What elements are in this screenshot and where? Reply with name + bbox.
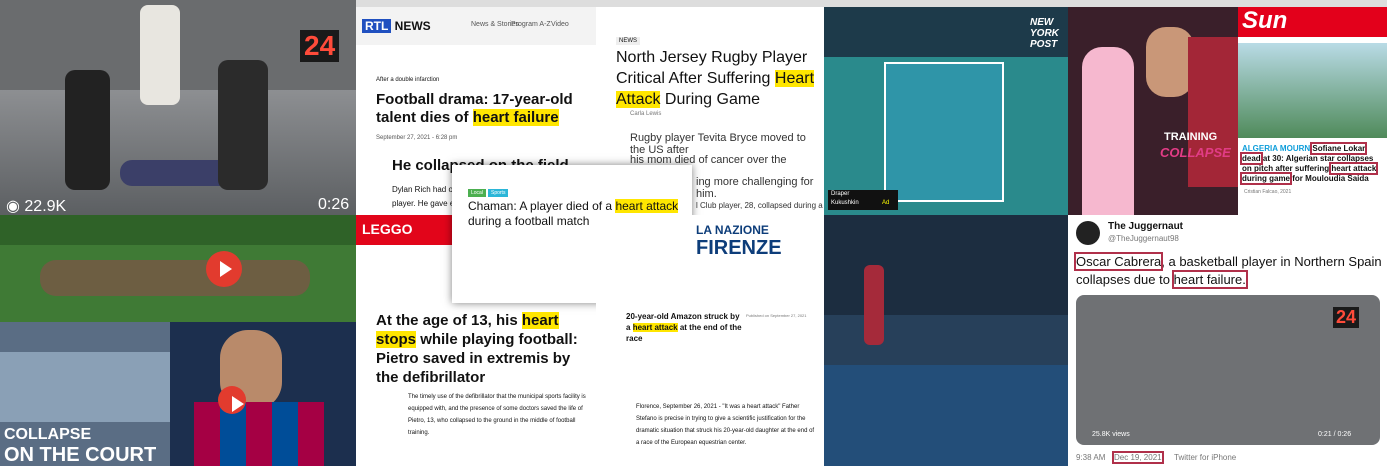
rtl-kicker: After a double infarction bbox=[376, 77, 440, 83]
sun-headline: ALGERIA MOURN Sofiane Lokar dead at 30: … bbox=[1239, 142, 1379, 185]
nazione-headline: 20-year-old Amazon struck by a heart att… bbox=[626, 312, 742, 343]
video-training-collapse[interactable]: TRAINING COLLAPSE bbox=[1068, 7, 1238, 215]
tweet-text: Oscar Cabrera, a basketball player in No… bbox=[1073, 252, 1382, 289]
rugby-body-4: l Club player, 28, collapsed during a bbox=[696, 201, 823, 210]
rtl-nav-program[interactable]: Program A-Z bbox=[511, 21, 551, 28]
sun-logo: Sun bbox=[1242, 7, 1288, 34]
tweet-avatar bbox=[1076, 221, 1100, 245]
player-on-ground bbox=[40, 260, 310, 296]
arena-player bbox=[864, 265, 884, 345]
nazione-body: Florence, September 26, 2021 - "It was a… bbox=[636, 404, 815, 446]
video-pitch-collapse[interactable] bbox=[0, 215, 356, 322]
tweet-footer-app: Twitter for iPhone bbox=[1174, 453, 1237, 462]
tweet-footer-time: 9:38 AM bbox=[1076, 453, 1106, 462]
view-count: ◉ 22.9K bbox=[6, 198, 67, 215]
collapse-label: COLLAPSE bbox=[1160, 145, 1231, 160]
tweet-views: 25.8K views bbox=[1092, 431, 1130, 438]
rugby-author: Carla Lewis bbox=[630, 111, 662, 117]
rtl-headline: Football drama: 17-year-old talent dies … bbox=[376, 91, 573, 126]
tweet-shot-clock: 24 bbox=[1333, 307, 1360, 328]
tennis-court bbox=[884, 62, 1004, 202]
nazione-logo: LA NAZIONE FIRENZE bbox=[696, 223, 782, 259]
video-tennis[interactable]: NEW YORK POST Draper Kukushkin Ad bbox=[824, 7, 1068, 215]
rtl-nav-video[interactable]: Video bbox=[551, 21, 569, 28]
team-bg bbox=[1188, 37, 1238, 187]
play-button[interactable] bbox=[206, 251, 242, 287]
leggo-body: The timely use of the defibrillator that… bbox=[408, 394, 586, 436]
helper-left bbox=[65, 70, 110, 190]
video-collapse-court[interactable]: COLLAPSE ON THE COURT bbox=[0, 322, 170, 466]
video-barca-player[interactable] bbox=[170, 322, 356, 466]
article-sun[interactable]: Sun ALGERIA MOURN Sofiane Lokar dead at … bbox=[1238, 7, 1387, 215]
rugby-tag: NEWS bbox=[616, 37, 640, 45]
rugby-body-1: Rugby player Tevita Bryce moved to the U… bbox=[630, 132, 806, 156]
nazione-published: Published on September 27, 2021 bbox=[746, 313, 807, 318]
training-label: TRAINING bbox=[1164, 131, 1218, 143]
rugby-body-3: ing more challenging for him. bbox=[696, 176, 814, 200]
collapse-title: COLLAPSE bbox=[4, 426, 92, 443]
nypost-logo: NEW YORK POST bbox=[1030, 17, 1059, 50]
score-ad: Ad bbox=[882, 200, 890, 206]
arena-floor bbox=[824, 365, 1068, 466]
play-button-2[interactable] bbox=[218, 386, 246, 414]
leggo-logo: LEGGO bbox=[362, 221, 413, 237]
presenter bbox=[1082, 47, 1134, 215]
tweet-handle: @TheJuggernaut98 bbox=[1108, 234, 1179, 243]
sun-byline: Cristian Falcao, 2021 bbox=[1244, 189, 1292, 195]
arena-crowd bbox=[824, 215, 1068, 315]
tweet-time: 0:21 / 0:26 bbox=[1318, 431, 1352, 438]
chaman-tag-2: Sports bbox=[488, 189, 509, 197]
player-portrait bbox=[1146, 27, 1194, 97]
barca-kit bbox=[194, 402, 324, 466]
video-arena-basketball[interactable] bbox=[824, 215, 1068, 466]
court-scene bbox=[0, 352, 170, 422]
shot-clock: 24 bbox=[300, 30, 340, 62]
tweet-footer-date: Dec 19, 2021 bbox=[1112, 451, 1164, 464]
rugby-headline: North Jersey Rugby Player Critical After… bbox=[616, 49, 815, 108]
video-duration: 0:26 bbox=[318, 196, 350, 213]
score-player-1: Draper bbox=[831, 191, 850, 197]
article-la-nazione[interactable]: LA NAZIONE FIRENZE Published on September… bbox=[596, 215, 824, 466]
chaman-tag-1: Local bbox=[468, 189, 486, 197]
pitch-stripe bbox=[0, 215, 356, 245]
tweet-account: The Juggernaut bbox=[1108, 221, 1184, 232]
leggo-headline: At the age of 13, his heart stops while … bbox=[376, 312, 578, 386]
tweet-juggernaut[interactable]: The Juggernaut @TheJuggernaut98 Oscar Ca… bbox=[1068, 215, 1387, 466]
video-basketball-collapse[interactable]: 24 ◉ 22.9K 0:26 bbox=[0, 0, 356, 215]
helper-right bbox=[218, 60, 268, 190]
rtl-date: September 27, 2021 - 6:28 pm bbox=[376, 135, 458, 141]
score-player-2: Kukushkin bbox=[831, 200, 859, 206]
court-title: ON THE COURT bbox=[4, 444, 157, 466]
rtl-logo: RTL NEWS bbox=[362, 19, 431, 33]
sun-photo bbox=[1238, 43, 1387, 138]
player-figure bbox=[140, 5, 180, 105]
